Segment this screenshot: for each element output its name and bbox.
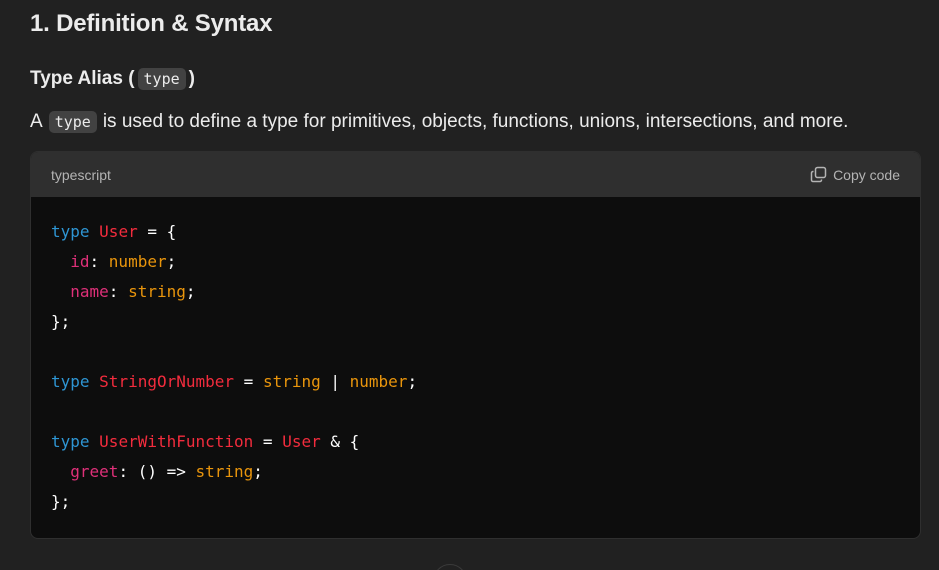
keyword-token: type [51, 432, 90, 451]
code-line: type UserWithFunction = User & { [51, 427, 900, 457]
keyword-token: type [51, 372, 90, 391]
punctuation-token: = [234, 372, 263, 391]
punctuation-token [51, 462, 70, 481]
primitive-type-token: number [349, 372, 408, 391]
property-token: greet [70, 462, 119, 481]
code-line: name: string; [51, 277, 900, 307]
punctuation-token: = { [137, 222, 177, 241]
subsection-heading: Type Alias ( type ) [30, 68, 195, 90]
code-line: id: number; [51, 247, 900, 277]
punctuation-token: ; [407, 372, 418, 391]
section-heading: 1. Definition & Syntax [30, 10, 273, 37]
property-token: id [70, 252, 90, 271]
code-body: type User = { id: number; name: string;}… [31, 197, 920, 537]
type-name-token: User [99, 222, 138, 241]
punctuation-token [51, 252, 70, 271]
punctuation-token: = [253, 432, 283, 451]
punctuation-token [90, 432, 100, 451]
punctuation-token: : [108, 282, 129, 301]
punctuation-token: ; [166, 252, 177, 271]
code-line: }; [51, 487, 900, 517]
description-paragraph: A type is used to define a type for prim… [30, 111, 851, 133]
keyword-token: type [51, 222, 90, 241]
code-line: type User = { [51, 217, 900, 247]
type-name-token: UserWithFunction [99, 432, 254, 451]
punctuation-token: ; [185, 282, 196, 301]
punctuation-token [90, 222, 100, 241]
subheading-prefix: Type Alias ( [30, 68, 135, 89]
subheading-suffix: ) [188, 68, 195, 89]
paragraph-text-before: A [30, 111, 43, 132]
punctuation-token [90, 372, 100, 391]
code-line: greet: () => string; [51, 457, 900, 487]
code-block: typescript Copy code type User = { id: n… [30, 151, 921, 539]
punctuation-token: }; [51, 312, 71, 331]
code-language-label: typescript [51, 166, 111, 183]
primitive-type-token: string [128, 282, 186, 301]
scroll-down-button[interactable] [433, 564, 467, 570]
copy-code-button[interactable]: Copy code [810, 166, 900, 183]
code-line: }; [51, 307, 900, 337]
property-token: name [70, 282, 109, 301]
punctuation-token: : [89, 252, 109, 271]
punctuation-token: : () => [118, 462, 196, 481]
type-name-token: StringOrNumber [99, 372, 235, 391]
copy-code-label: Copy code [833, 166, 900, 183]
punctuation-token [51, 282, 70, 301]
primitive-type-token: string [195, 462, 254, 481]
inline-code-type: type [48, 111, 97, 133]
punctuation-token: }; [51, 492, 71, 511]
primitive-type-token: number [108, 252, 167, 271]
punctuation-token: | [320, 372, 350, 391]
inline-code-type: type [137, 68, 186, 90]
copy-icon [810, 166, 827, 183]
punctuation-token: & { [320, 432, 360, 451]
paragraph-text-after: is used to define a type for primitives,… [102, 111, 849, 132]
code-line: type StringOrNumber = string | number; [51, 367, 900, 397]
punctuation-token: ; [253, 462, 263, 481]
code-block-header: typescript Copy code [31, 152, 920, 197]
primitive-type-token: string [262, 372, 321, 391]
type-name-token: User [282, 432, 321, 451]
